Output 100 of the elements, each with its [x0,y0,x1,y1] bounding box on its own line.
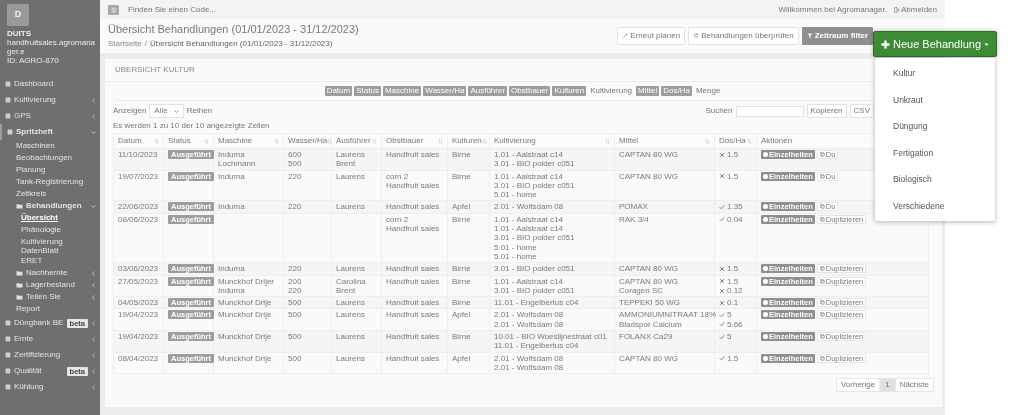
table-cell: 04/05/2023 [118,298,159,308]
sidebar-item[interactable]: Kultivierung [0,92,100,108]
table-cell: Birne [452,150,471,160]
sidebar-item[interactable]: Ernte [0,331,100,347]
sidebar-item[interactable]: Zertifizierung [0,347,100,363]
table-cell: 19/04/2023 [118,332,159,342]
column-toggle[interactable]: Kultivierung [588,86,635,96]
table-cell: 10.01 - BIO Woeslijnestraat c01 11.01 - Engelbertus c04 [494,332,607,351]
breadcrumb-item[interactable]: Startseite [108,38,142,50]
table-cell: Handfruit sales [386,202,440,212]
column-header[interactable]: Aktionen [761,135,793,147]
sidebar-item[interactable]: Nachhernte [0,267,100,279]
table-cell: Apfel [452,310,471,320]
table-cell: Laurens [336,171,365,181]
table-cell: 08/06/2023 [118,214,159,225]
table-cell: 200 220 [288,276,302,296]
page-button[interactable]: 1 [880,378,895,393]
dose-value: 1.5 [727,276,739,286]
table-cell: 2.01 - Wolfsdam 08 2.01 - Wolfsdam 08 [494,310,564,330]
column-toggle[interactable]: Ausführer [468,86,508,96]
sidebar-item[interactable]: Planung [0,164,100,176]
table-cell: Handfruit sales [386,298,440,308]
table-info: Es werden 1 zu 10 der 10 angezeigte Zeilen [113,121,270,130]
table-cell: 500 [288,298,302,308]
dose-value: 5.66 [727,319,743,330]
table-cell: 11.01 - Engelbertus c04 [494,298,579,308]
table-cell: CAPTAN 80 WG [619,171,678,181]
new-treatment-button[interactable]: Neue Behandlung [873,31,997,57]
column-header[interactable]: Mittel [619,135,639,147]
card-title: ÜBERSICHT KULTUR [115,65,195,74]
previous-button[interactable]: Vorherige [835,378,881,393]
domain-text: handfruitsales.agromanager.e [7,38,97,56]
menu-item[interactable]: Biologisch [875,166,995,193]
dose-value: 1.35 [727,202,743,212]
dose-value: 5 [727,310,732,320]
dose-value: 1.5 [727,264,739,274]
menu-item[interactable]: Kultur [875,60,995,87]
table-cell: 220 [288,264,302,274]
table-cell: 220 [288,202,302,212]
table-cell: Handfruit sales [386,150,440,160]
action-button[interactable]: Erneut planen [617,27,686,45]
table-cell: 2.01 - Wolfsdam 08 2.01 - Wolfsdam 08 [494,353,564,373]
sidebar-item[interactable]: Dashboard [0,76,100,92]
table-cell: CAPTAN 80 WG [619,353,678,363]
table-cell: AMMONIUMNITRAAT 18% Bladspor Calcium [619,310,717,330]
table-cell: 500 [288,332,302,342]
table-cell: Induma [218,264,245,274]
menu-item[interactable]: Düngung [875,113,995,140]
sidebar-item[interactable]: Phänologie [0,224,100,236]
search-field[interactable]: Finden Sie einen Code... [126,2,276,17]
sidebar-item[interactable]: Kultivierung DatenBlatt [0,236,100,255]
action-button[interactable]: Behandlungen überprüfen [688,27,799,45]
sidebar-item[interactable]: Teilen Sie [0,291,100,303]
table-cell: Birne [452,171,471,181]
table-cell: Laurens [336,353,365,363]
logout-link[interactable]: Abmelden [893,3,937,16]
sidebar-item[interactable]: Tank-Registrierung [0,176,100,188]
sidebar-item[interactable]: Kühlung [0,379,100,395]
dose-value: 1.5 [727,353,739,363]
dose-value: 0.04 [727,214,743,225]
next-button[interactable]: Nächste [894,378,934,393]
column-toggle[interactable]: Wasser/Ha [423,86,467,96]
column-toggle[interactable]: Maschine [382,86,422,96]
table-cell: 22/06/2023 [118,202,159,212]
action-button[interactable]: Zeitraum filter [801,27,873,45]
menu-item[interactable]: Fertigation [875,139,995,166]
column-toggle[interactable]: Obstbauer [509,86,551,96]
sidebar-item[interactable]: Behandlungen [0,200,100,212]
breadcrumb-item: Übersicht Behandlungen (01/01/2023 - 31/12/2023) [150,38,333,50]
sidebar-item[interactable]: GPS [0,108,100,124]
sidebar-item[interactable]: Übersicht [0,212,100,224]
column-toggle[interactable]: Status [354,86,381,96]
table-cell: 500 [288,310,302,320]
table-cell: Handfruit sales [386,310,440,320]
export-button[interactable]: Kopieren [806,104,847,118]
column-toggle[interactable]: Mittel [636,86,660,96]
column-toggle[interactable]: Menge [693,86,723,96]
table-cell: 2.01 - Wolfsdam 08 [494,202,564,212]
sidebar-item[interactable]: Lagerbestand [0,279,100,291]
export-button[interactable]: CSV [849,104,874,118]
table-cell: Birne [452,332,471,342]
logo: D [7,4,29,26]
column-toggle[interactable]: Dos/Ha [661,86,692,96]
column-toggle[interactable]: Datum [324,86,353,96]
table-cell: Induma Lochmann [218,150,256,169]
sidebar-item[interactable]: Report [0,303,100,315]
table-cell: 600 500 [288,150,302,169]
sidebar-item[interactable]: Zeitkreis [0,188,100,200]
menu-item[interactable]: Verschiedene [875,192,995,219]
column-toggle[interactable]: Kulturen [552,86,587,96]
rows-select[interactable]: Alle [149,104,184,118]
breadcrumb-separator: / [144,38,148,50]
table-cell: Birne [452,214,471,225]
sidebar-item[interactable]: ERET [0,255,100,267]
sidebar-item[interactable]: Beobachtungen [0,152,100,164]
table-cell: 03/06/2023 [118,264,159,274]
menu-item[interactable]: Unkraut [875,86,995,113]
table-cell: Carolina Brent [336,276,366,296]
sidebar-item[interactable]: Maschinen [0,140,100,152]
table-cell: 08/04/2023 [118,353,159,363]
